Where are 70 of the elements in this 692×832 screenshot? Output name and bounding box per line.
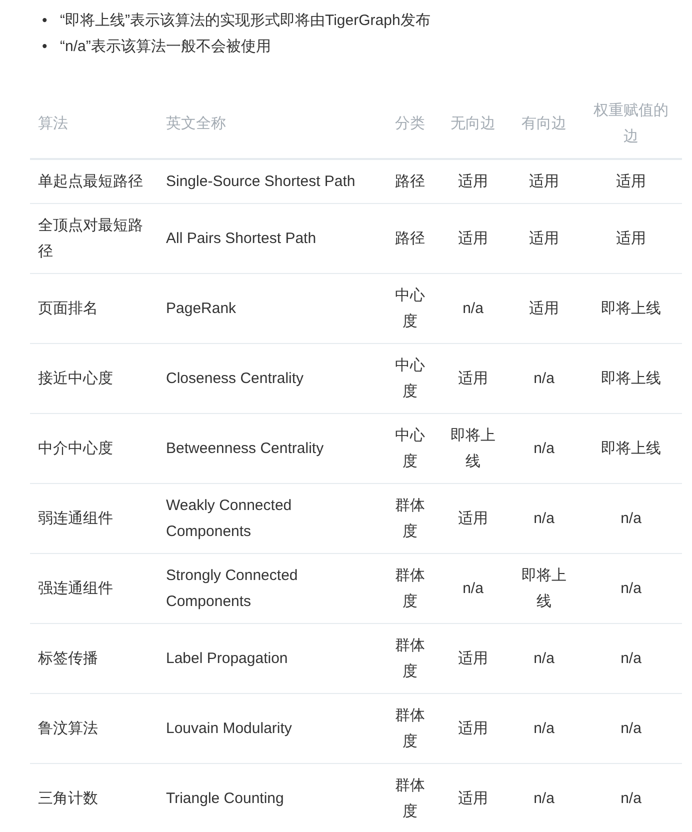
table-cell: 标签传播: [30, 624, 158, 694]
table-cell: 即将上线: [580, 414, 682, 484]
table-cell: n/a: [508, 484, 580, 554]
table-cell: 强连通组件: [30, 554, 158, 624]
table-cell: Strongly Connected Components: [158, 554, 382, 624]
table-cell: Weakly Connected Components: [158, 484, 382, 554]
table-cell: 群体度: [382, 694, 438, 764]
note-text: “n/a”表示该算法一般不会被使用: [60, 37, 271, 57]
table-cell: 即将上线: [580, 274, 682, 344]
table-cell: n/a: [580, 484, 682, 554]
table-cell: All Pairs Shortest Path: [158, 204, 382, 274]
table-cell: n/a: [580, 764, 682, 832]
table-cell: 适用: [580, 159, 682, 204]
column-header: 有向边: [508, 90, 580, 159]
table-cell: 适用: [438, 764, 508, 832]
table-cell: 适用: [508, 159, 580, 204]
table-cell: 接近中心度: [30, 344, 158, 414]
table-cell: 鲁汶算法: [30, 694, 158, 764]
table-cell: n/a: [508, 414, 580, 484]
table-cell: 适用: [580, 204, 682, 274]
table-cell: 弱连通组件: [30, 484, 158, 554]
table-cell: 即将上线: [580, 344, 682, 414]
table-cell: 适用: [438, 344, 508, 414]
table-cell: 群体度: [382, 624, 438, 694]
table-cell: 适用: [508, 204, 580, 274]
table-cell: n/a: [580, 624, 682, 694]
table-cell: PageRank: [158, 274, 382, 344]
note-text: “即将上线”表示该算法的实现形式即将由TigerGraph发布: [60, 11, 430, 31]
table-cell: Single-Source Shortest Path: [158, 159, 382, 204]
table-cell: 三角计数: [30, 764, 158, 832]
table-cell: Louvain Modularity: [158, 694, 382, 764]
table-cell: 即将上线: [508, 554, 580, 624]
column-header: 权重赋值的边: [580, 90, 682, 159]
table-cell: Triangle Counting: [158, 764, 382, 832]
table-cell: 路径: [382, 204, 438, 274]
table-cell: Closeness Centrality: [158, 344, 382, 414]
table-cell: 群体度: [382, 764, 438, 832]
table-cell: 适用: [438, 624, 508, 694]
table-cell: n/a: [438, 274, 508, 344]
table-cell: 页面排名: [30, 274, 158, 344]
table-cell: n/a: [438, 554, 508, 624]
table-cell: Label Propagation: [158, 624, 382, 694]
table-cell: 中心度: [382, 344, 438, 414]
table-cell: 中心度: [382, 274, 438, 344]
column-header: 无向边: [438, 90, 508, 159]
table-cell: 路径: [382, 159, 438, 204]
table-cell: n/a: [580, 554, 682, 624]
table-cell: 群体度: [382, 484, 438, 554]
column-header: 分类: [382, 90, 438, 159]
table-cell: Betweenness Centrality: [158, 414, 382, 484]
table-cell: 中心度: [382, 414, 438, 484]
column-header: 英文全称: [158, 90, 382, 159]
table-cell: n/a: [580, 694, 682, 764]
table-cell: 适用: [438, 484, 508, 554]
table-cell: n/a: [508, 694, 580, 764]
table-cell: 中介中心度: [30, 414, 158, 484]
table-cell: 单起点最短路径: [30, 159, 158, 204]
table-cell: n/a: [508, 344, 580, 414]
table-cell: 适用: [438, 159, 508, 204]
table-cell: n/a: [508, 624, 580, 694]
table-cell: 即将上线: [438, 414, 508, 484]
table-cell: 适用: [438, 694, 508, 764]
table-cell: 适用: [508, 274, 580, 344]
table-cell: 全顶点对最短路径: [30, 204, 158, 274]
table-cell: 群体度: [382, 554, 438, 624]
bullet-marker: •: [42, 11, 48, 31]
table-cell: n/a: [508, 764, 580, 832]
bullet-marker: •: [42, 37, 48, 57]
column-header: 算法: [30, 90, 158, 159]
table-cell: 适用: [438, 204, 508, 274]
